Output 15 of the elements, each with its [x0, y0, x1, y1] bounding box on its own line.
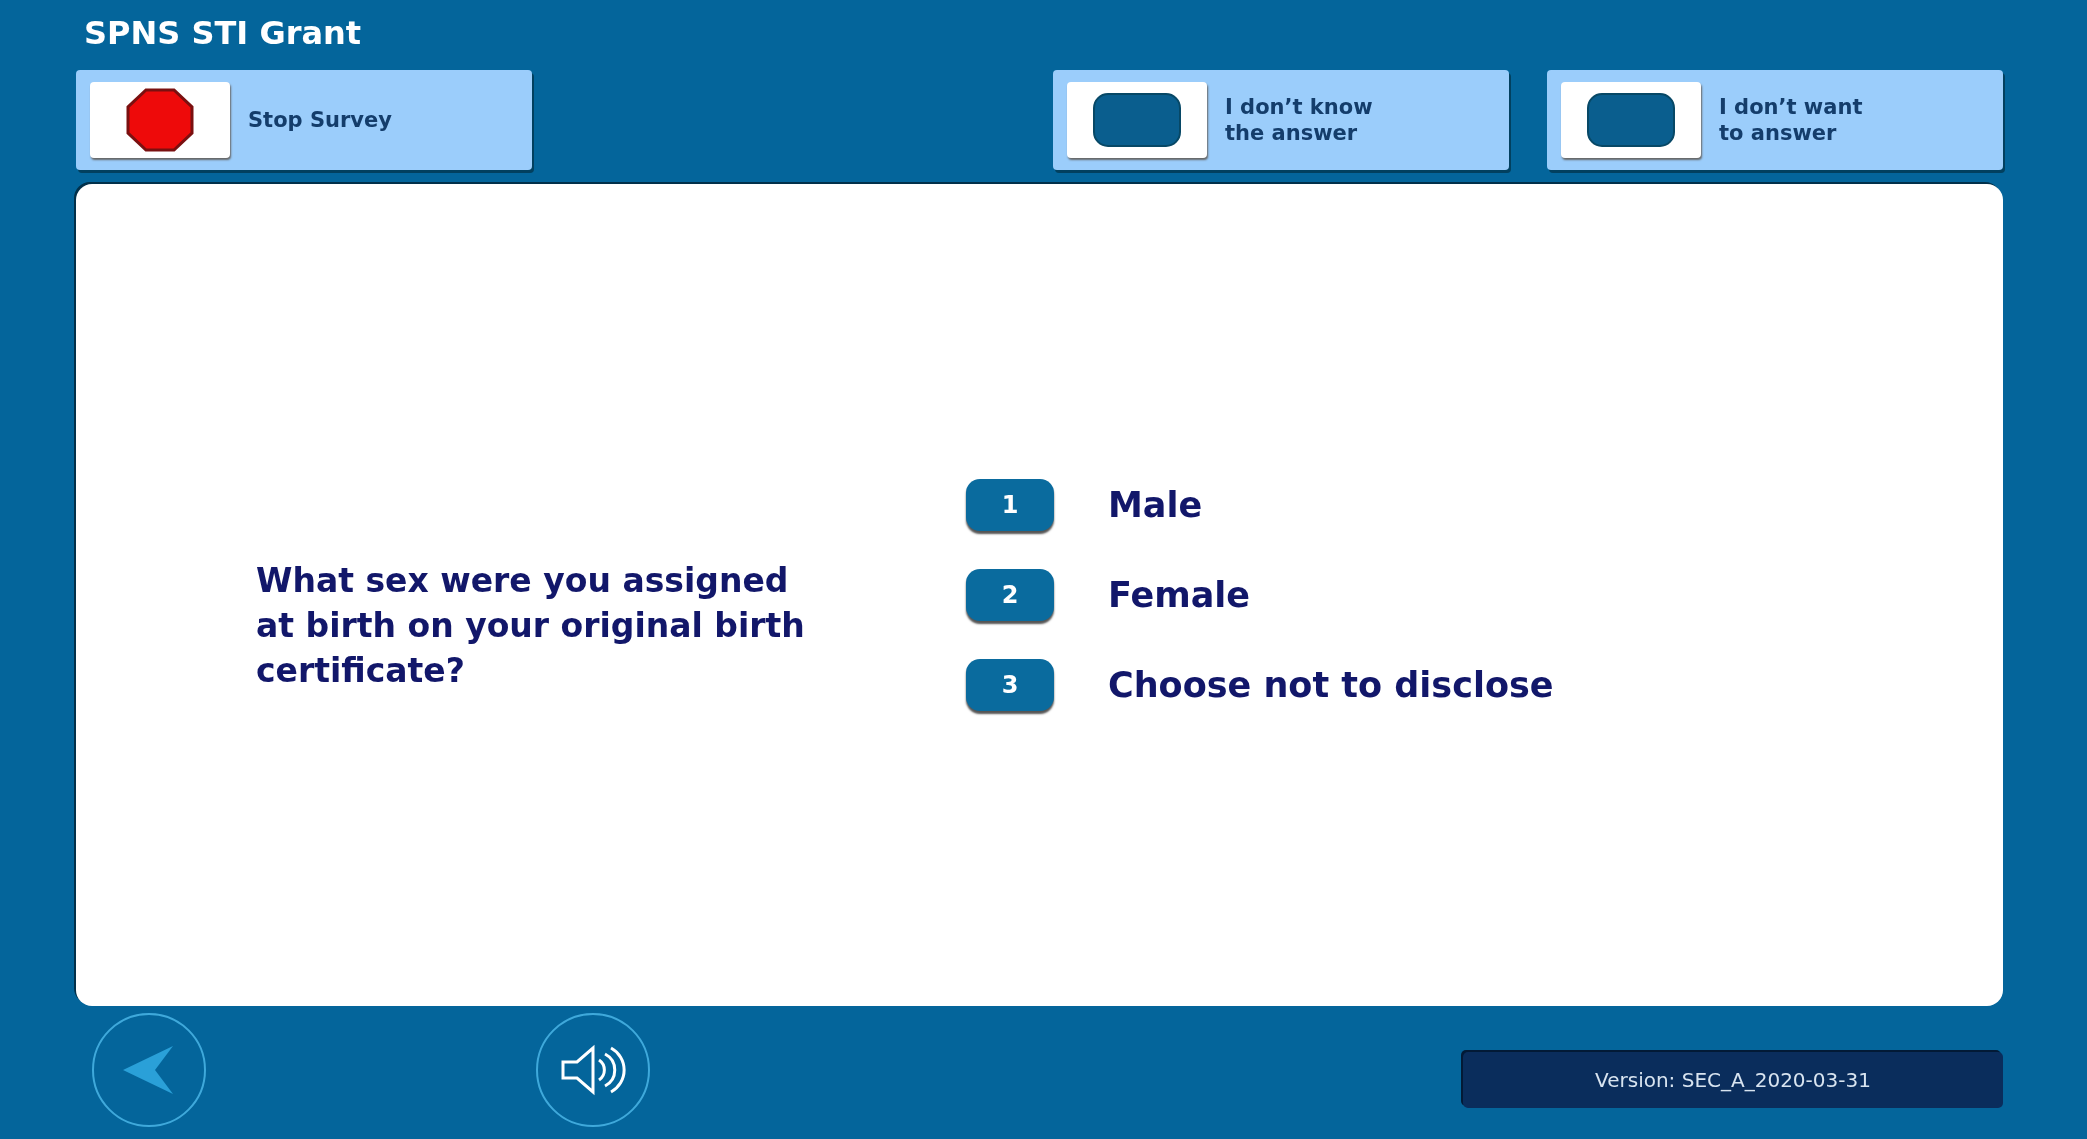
stop-sign-icon — [125, 87, 195, 153]
app-title: SPNS STI Grant — [83, 13, 363, 54]
option-label[interactable]: Male — [1108, 485, 1203, 525]
question-text: What sex were you assigned at birth on your original birth certificate? — [256, 559, 806, 692]
toolbar-button[interactable]: I don’t want to answer — [1547, 70, 2003, 170]
option-number-button[interactable]: 1 — [966, 479, 1054, 531]
toolbar-button[interactable]: Stop Survey — [76, 70, 532, 170]
option-number-button[interactable]: 3 — [966, 659, 1054, 711]
key-icon — [1093, 93, 1181, 147]
key-icon — [1587, 93, 1675, 147]
option-label[interactable]: Choose not to disclose — [1108, 665, 1554, 705]
version-label: Version: SEC_A_2020-03-31 — [1463, 1051, 2003, 1108]
toolbar-button[interactable]: I don’t know the answer — [1053, 70, 1509, 170]
option-number-button[interactable]: 2 — [966, 569, 1054, 621]
option-label[interactable]: Female — [1108, 575, 1251, 615]
